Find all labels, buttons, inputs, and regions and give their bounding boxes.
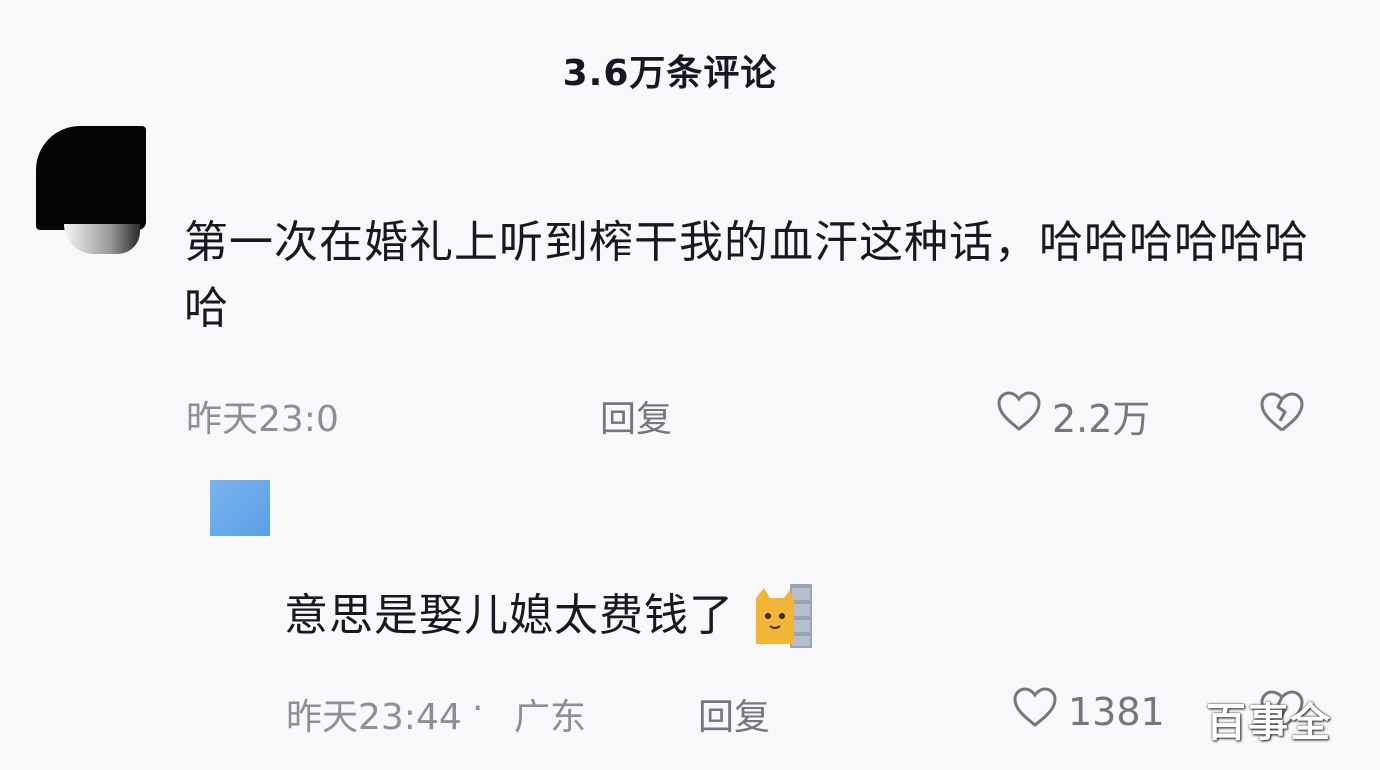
watermark: 百事全 bbox=[1206, 700, 1332, 746]
reply-text-row: 意思是娶儿媳太费钱了 bbox=[284, 584, 812, 648]
heart-icon bbox=[1012, 686, 1058, 737]
comment-text: 第一次在婚礼上听到榨干我的血汗这种话，哈哈哈哈哈哈哈 bbox=[184, 217, 1309, 334]
reply-region: 广东 bbox=[514, 697, 587, 738]
avatar[interactable] bbox=[36, 126, 146, 230]
heart-icon bbox=[996, 390, 1042, 441]
reply-avatar[interactable] bbox=[210, 480, 270, 536]
reply-time: 昨天23:44 bbox=[286, 697, 462, 738]
reply-text: 意思是娶儿媳太费钱了 bbox=[284, 590, 734, 641]
reply-like-count: 1381 bbox=[1068, 689, 1165, 734]
avatar-edge bbox=[64, 224, 140, 254]
reply-button[interactable]: 回复 bbox=[600, 390, 672, 442]
comment-count-title: 3.6万条评论 bbox=[562, 53, 778, 94]
redacted-region bbox=[374, 394, 544, 436]
like-count: 2.2万 bbox=[1052, 397, 1151, 441]
like-button[interactable]: 2.2万 bbox=[996, 388, 1150, 443]
reply-to-reply-button[interactable]: 回复 bbox=[698, 688, 770, 740]
dislike-button[interactable] bbox=[1258, 390, 1306, 438]
broken-heart-icon bbox=[1258, 392, 1306, 438]
reply-like-button[interactable]: 1381 bbox=[1012, 686, 1165, 737]
meta-separator: · bbox=[472, 688, 484, 729]
comment-time: 昨天23:0 bbox=[186, 399, 339, 440]
cat-emoji-icon bbox=[754, 584, 812, 648]
